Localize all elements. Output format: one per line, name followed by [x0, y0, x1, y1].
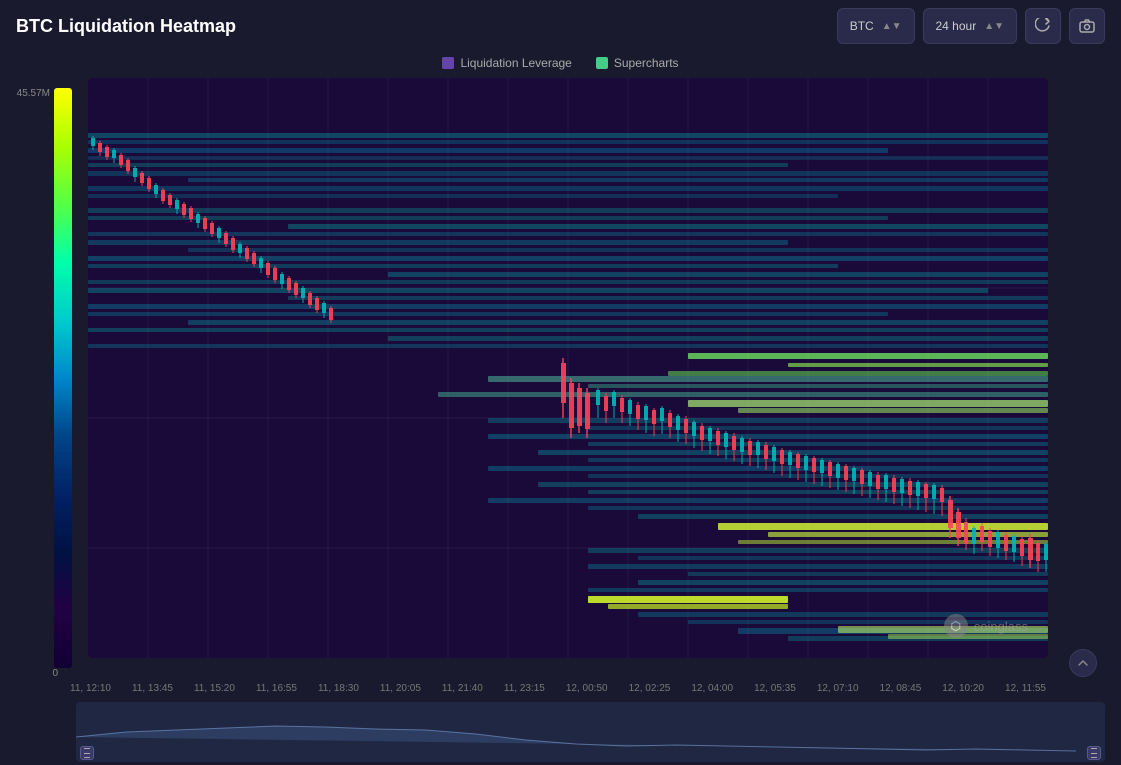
time-label-0: 11, 12:10 [70, 683, 111, 694]
time-axis: 11, 12:10 11, 13:45 11, 15:20 11, 16:55 … [54, 679, 1054, 698]
time-label-12: 12, 07:10 [817, 683, 859, 694]
time-label-10: 12, 04:00 [691, 683, 733, 694]
time-label-2: 11, 15:20 [194, 683, 235, 694]
time-label-1: 11, 13:45 [132, 683, 173, 694]
chart-legend: Liquidation Leverage Supercharts [0, 52, 1121, 78]
colorbar-max-label: 45.57M [17, 88, 50, 99]
btc-selector[interactable]: BTC ▲▼ [837, 8, 915, 44]
watermark: ⬡ coinglass [944, 614, 1028, 638]
page-title: BTC Liquidation Heatmap [16, 16, 837, 37]
refresh-button[interactable] [1025, 8, 1061, 44]
legend-label-supercharts: Supercharts [614, 56, 679, 70]
scroll-bar-area [68, 702, 1113, 762]
time-label-15: 12, 11:55 [1005, 683, 1046, 694]
time-label-3: 11, 16:55 [256, 683, 297, 694]
header: BTC Liquidation Heatmap BTC ▲▼ 24 hour ▲… [0, 0, 1121, 52]
btc-label: BTC [850, 19, 874, 33]
legend-dot-supercharts [596, 57, 608, 69]
time-label-5: 11, 20:05 [380, 683, 421, 694]
mini-chart[interactable] [76, 702, 1105, 762]
refresh-icon [1035, 18, 1051, 34]
coinglass-text: coinglass [974, 619, 1028, 634]
color-scale-bar [54, 88, 72, 668]
time-label: 24 hour [936, 19, 977, 33]
colorbar-bottom: 0 [0, 668, 1121, 679]
grid-lines [88, 78, 1048, 658]
heatmap-canvas[interactable]: ⬡ coinglass [88, 78, 1048, 658]
time-selector[interactable]: 24 hour ▲▼ [923, 8, 1018, 44]
legend-supercharts: Supercharts [596, 56, 679, 70]
legend-label-liquidation: Liquidation Leverage [460, 56, 571, 70]
scroll-handle-left[interactable] [80, 746, 94, 760]
camera-icon [1079, 18, 1095, 34]
scroll-handle-right[interactable] [1087, 746, 1101, 760]
mini-chart-svg [76, 702, 1105, 762]
time-label-4: 11, 18:30 [318, 683, 359, 694]
coinglass-icon: ⬡ [944, 614, 968, 638]
colorbar-min-label: 0 [52, 668, 58, 679]
btc-dropdown-arrow: ▲▼ [882, 21, 902, 32]
time-label-9: 12, 02:25 [629, 683, 671, 694]
time-label-14: 12, 10:20 [942, 683, 984, 694]
legend-liquidation: Liquidation Leverage [442, 56, 571, 70]
chart-section: 45.57M [0, 78, 1121, 668]
time-label-13: 12, 08:45 [880, 683, 922, 694]
time-label-11: 12, 05:35 [754, 683, 796, 694]
legend-dot-liquidation [442, 57, 454, 69]
main-chart-area: ⬡ coinglass 63724 62000 60000 58000 5600… [80, 78, 1113, 668]
time-dropdown-arrow: ▲▼ [984, 21, 1004, 32]
time-label-7: 11, 23:15 [504, 683, 545, 694]
header-controls: BTC ▲▼ 24 hour ▲▼ [837, 8, 1105, 44]
scroll-up-icon[interactable] [1069, 649, 1097, 677]
chevron-up-icon [1077, 657, 1089, 669]
camera-button[interactable] [1069, 8, 1105, 44]
time-label-8: 12, 00:50 [566, 683, 608, 694]
time-label-6: 11, 21:40 [442, 683, 483, 694]
